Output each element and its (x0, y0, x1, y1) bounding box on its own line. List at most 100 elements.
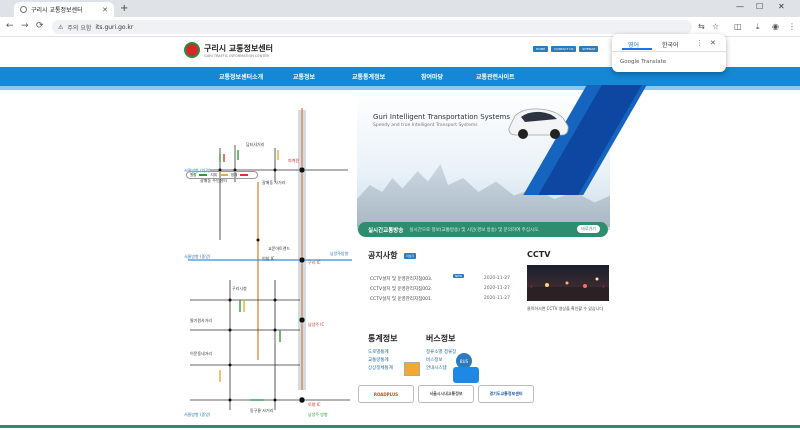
traffic-map[interactable]: 담터사거리 갈매동 주민센터 갈매동 사거리 퇴계원 서울방향 (외곽) 교문아… (180, 90, 358, 420)
svg-text:딸기원사거리: 딸기원사거리 (190, 317, 212, 323)
legend-jam-swatch (240, 174, 249, 176)
svg-text:구리 IC: 구리 IC (308, 259, 321, 265)
svg-text:담터사거리: 담터사거리 (246, 141, 265, 147)
svg-text:동구릉 사거리: 동구릉 사거리 (250, 407, 274, 413)
omnibox[interactable]: ⚠ 주의 요함 its.guri.go.kr (52, 20, 692, 34)
cctv-next-icon[interactable]: › (602, 283, 605, 291)
translate-popup: 영어 한국어 ⋮ ✕ Google Translate (612, 34, 726, 72)
svg-text:갈매동 사거리: 갈매동 사거리 (262, 179, 286, 185)
svg-text:인창 IC: 인창 IC (262, 255, 275, 261)
notice-row[interactable]: CCTV설치 및 운영관리지침003. 2020-11-27 (370, 276, 510, 282)
legend-smooth-swatch (199, 174, 208, 176)
legend-jam-label: 정체 (230, 172, 238, 177)
bus-icon (453, 367, 479, 383)
footer-divider (0, 425, 800, 428)
globe-icon (20, 6, 27, 13)
download-icon[interactable]: ⤓ (756, 22, 760, 32)
cctv-prev-icon[interactable]: ‹ (530, 283, 533, 291)
cctv-caption: 클릭하시면 CCTV 영상을 확인할 수 있습니다 (527, 306, 604, 311)
notice-more-button[interactable]: 더보기 (404, 253, 417, 259)
notice-row[interactable]: CCTV설치 및 운영관리지침002. 2020-11-27 (370, 286, 510, 292)
nav-participation[interactable]: 참여마당 (421, 72, 443, 81)
site-logo[interactable]: 구리시 교통정보센터 GURI TRAFFIC INFORMATION CENT… (184, 42, 273, 58)
notice-row-title[interactable]: CCTV설치 및 운영관리지침002. (370, 286, 432, 292)
banner-seoul-traffic[interactable]: 서울시시내교통정보 (418, 385, 474, 403)
security-warning[interactable]: 주의 요함 (67, 23, 91, 32)
home-link[interactable]: HOME (533, 46, 549, 52)
notice-title: 공지사항 (368, 251, 398, 260)
legend-smooth-label: 원활 (190, 172, 197, 177)
notice-row-date: 2020-11-27 (483, 286, 510, 291)
sitemap-link[interactable]: SITEMAP (579, 46, 599, 52)
svg-text:퇴계원: 퇴계원 (288, 157, 299, 163)
its-subtitle: Speedy and true Intelligent Transport Sy… (373, 123, 478, 128)
extensions-icon[interactable]: ◫ (734, 22, 742, 31)
legend-delay-swatch (219, 174, 228, 176)
warning-icon[interactable]: ⚠ (58, 24, 63, 31)
url-text[interactable]: its.guri.go.kr (95, 24, 133, 31)
guri-logo-icon (184, 42, 200, 58)
translate-tab-korean[interactable]: 한국어 (662, 40, 679, 49)
nav-center-intro[interactable]: 교통정보센터소개 (219, 72, 263, 81)
minimize-icon[interactable]: — (736, 2, 744, 11)
browser-tab-strip: 구리시 교통정보센터 ✕ + — ☐ ✕ (0, 0, 800, 17)
svg-text:남양주 IC: 남양주 IC (308, 321, 324, 327)
close-window-icon[interactable]: ✕ (778, 2, 785, 11)
cctv-title: CCTV (527, 250, 551, 259)
live-broadcast-bar: 실시간교통방송 실시간으로 정보(교통방송) 및 시민(경보 방송) 및 문의하… (358, 222, 608, 237)
notice-row-date: 2020-11-27 (483, 296, 510, 301)
nav-traffic-info[interactable]: 교통정보 (293, 72, 315, 81)
svg-text:이문동네거리: 이문동네거리 (190, 350, 212, 356)
notice-row[interactable]: CCTV설치 및 운영관리지침001. 2020-11-27 (370, 296, 510, 302)
svg-text:남양주 방향: 남양주 방향 (308, 411, 328, 417)
live-broadcast-button[interactable]: 바로가기 (577, 225, 600, 233)
svg-text:교문아트랜드: 교문아트랜드 (268, 245, 290, 251)
divider (612, 51, 726, 52)
cctv-preview[interactable] (527, 265, 609, 301)
translate-options-icon[interactable]: ⋮ (696, 39, 703, 47)
nav-related-sites[interactable]: 교통관련사이트 (476, 72, 515, 81)
bookmark-star-icon[interactable]: ☆ (712, 22, 719, 31)
logo-subtitle: GURI TRAFFIC INFORMATION CENTER (204, 53, 269, 58)
notice-row-title[interactable]: CCTV설치 및 운영관리지침001. (370, 296, 432, 302)
bus-link-guide[interactable]: 안내시스템 (426, 365, 447, 371)
forward-icon[interactable]: → (21, 21, 29, 31)
nav-traffic-stats[interactable]: 교통통계정보 (352, 72, 385, 81)
browser-tab[interactable]: 구리시 교통정보센터 ✕ (14, 2, 114, 17)
svg-text:구리시청: 구리시청 (232, 285, 247, 291)
translate-icon[interactable]: ⇆ (698, 22, 705, 31)
new-badge: NEW (453, 274, 465, 278)
translate-close-icon[interactable]: ✕ (710, 39, 716, 47)
close-tab-icon[interactable]: ✕ (102, 6, 108, 14)
active-tab-indicator (622, 48, 652, 50)
bus-link-stops[interactable]: 정류소별 정류장 (426, 349, 456, 355)
svg-text:토평 IC: 토평 IC (308, 401, 321, 407)
banner-roadplus[interactable]: ROADPLUS (358, 385, 414, 403)
car-illustration (508, 108, 569, 139)
bus-title: 버스정보 (426, 334, 456, 343)
menu-icon[interactable]: ⋮ (788, 22, 796, 31)
maximize-icon[interactable]: ☐ (756, 2, 763, 11)
notice-row-title[interactable]: CCTV설치 및 운영관리지침003. (370, 276, 432, 282)
svg-text:서울방향 (중앙): 서울방향 (중앙) (184, 253, 211, 259)
stats-link-congestion[interactable]: 상상정체통계 (368, 365, 393, 371)
live-broadcast-title: 실시간교통방송 (368, 227, 404, 234)
cctv-night-scene (527, 277, 609, 301)
reload-icon[interactable]: ⟳ (36, 21, 44, 31)
contact-link[interactable]: CONTACT US (551, 46, 577, 52)
new-tab-icon[interactable]: + (120, 3, 128, 14)
stats-chart-icon (404, 362, 420, 376)
stats-link-road[interactable]: 도로별통계 (368, 349, 389, 355)
back-icon[interactable]: ← (6, 21, 14, 31)
legend-delay-label: 지체 (210, 172, 217, 177)
logo-name: 구리시 교통정보센터 (204, 43, 274, 53)
google-translate-brand: Google Translate (620, 59, 667, 65)
tab-title: 구리시 교통정보센터 (31, 7, 83, 14)
profile-icon[interactable]: ◉ (772, 22, 779, 31)
stats-title: 통계정보 (368, 334, 398, 343)
svg-text:서울방향 (중앙): 서울방향 (중앙) (184, 411, 211, 417)
bus-link-info[interactable]: 버스정보 (426, 357, 443, 363)
stats-link-volume[interactable]: 교통량통계 (368, 357, 389, 363)
its-title: Guri Intelligent Transportation Systems (373, 113, 510, 121)
banner-gyeonggi-traffic[interactable]: 경기도교통정보센터 (478, 385, 534, 403)
